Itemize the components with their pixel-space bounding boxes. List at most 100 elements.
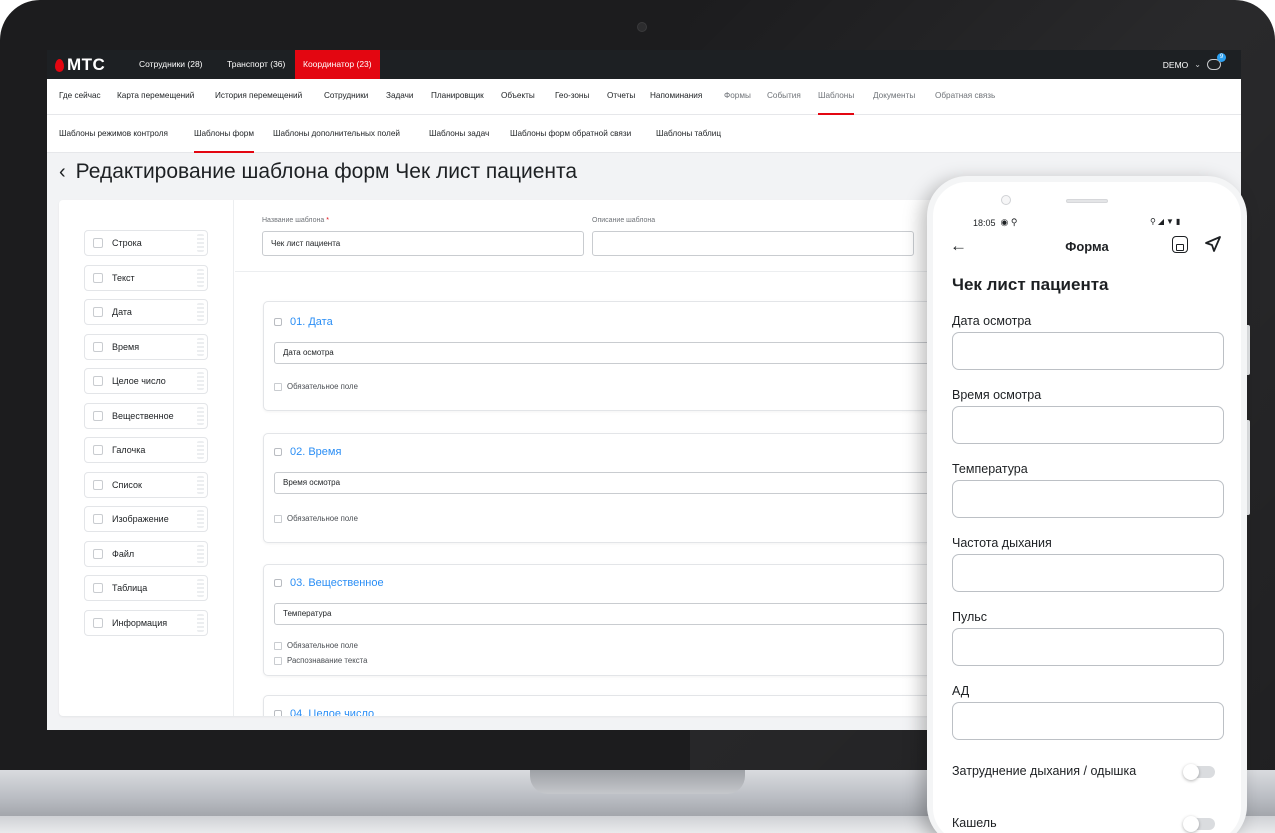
clock-icon xyxy=(274,448,282,456)
palette-item-date[interactable]: Дата xyxy=(84,299,208,325)
palette-item-string[interactable]: Строка xyxy=(84,230,208,256)
field-card-time[interactable]: 02. Время Время осмотра Обязательное пол… xyxy=(263,433,964,543)
status-bar-left: 18:05 ◉ ⚲ xyxy=(973,217,1017,228)
field-card-decimal[interactable]: 03. Вещественное Температура Обязательно… xyxy=(263,564,964,676)
palette-item-list[interactable]: Список xyxy=(84,472,208,498)
checkbox-icon[interactable] xyxy=(274,514,282,523)
palette-item-integer[interactable]: Целое число xyxy=(84,368,208,394)
phone-temperature-input[interactable] xyxy=(952,480,1224,518)
phone-header-title: Форма xyxy=(1065,239,1109,254)
checkbox-icon[interactable] xyxy=(274,656,282,665)
top-tab-coordinator[interactable]: Координатор (23) xyxy=(295,50,380,79)
drag-handle-icon[interactable] xyxy=(197,372,204,390)
menu-item-tasks[interactable]: Задачи xyxy=(386,79,414,114)
phone-date-input[interactable] xyxy=(952,332,1224,370)
menu-item-employees[interactable]: Сотрудники xyxy=(324,79,368,114)
menu-item-documents[interactable]: Документы xyxy=(873,79,915,114)
palette-item-time[interactable]: Время xyxy=(84,334,208,360)
phone-time-input[interactable] xyxy=(952,406,1224,444)
sub-tab-task-templates[interactable]: Шаблоны задач xyxy=(429,115,489,153)
status-time: 18:05 xyxy=(973,217,996,228)
phone-frame: 18:05 ◉ ⚲ ⚲◢▼▮ ← Форма Чек лист пациента… xyxy=(927,176,1247,833)
template-description-label: Описание шаблона xyxy=(592,217,656,224)
palette-item-checkbox[interactable]: Галочка xyxy=(84,437,208,463)
palette-item-label: Список xyxy=(112,480,142,490)
menu-item-reports[interactable]: Отчеты xyxy=(607,79,635,114)
chat-icon[interactable]: 9 xyxy=(1207,53,1226,70)
send-icon[interactable] xyxy=(1203,234,1223,254)
phone-field-label: Дата осмотра xyxy=(952,314,1032,328)
number-icon xyxy=(93,376,103,386)
front-camera xyxy=(1001,195,1011,205)
menu-item-feedback[interactable]: Обратная связь xyxy=(935,79,995,114)
info-icon xyxy=(93,618,103,628)
chevron-down-icon[interactable]: ⌄ xyxy=(1194,60,1201,69)
template-name-input[interactable]: Чек лист пациента xyxy=(262,231,584,256)
drag-handle-icon[interactable] xyxy=(197,303,204,321)
field-caption-input[interactable]: Время осмотра xyxy=(274,472,964,494)
phone-form-title: Чек лист пациента xyxy=(952,275,1109,294)
account-label[interactable]: DEMO xyxy=(1163,60,1189,70)
field-caption-input[interactable]: Температура xyxy=(274,603,964,625)
palette-item-decimal[interactable]: Вещественное xyxy=(84,403,208,429)
drag-handle-icon[interactable] xyxy=(197,338,204,356)
calendar-icon xyxy=(274,318,282,326)
save-icon[interactable] xyxy=(1172,236,1188,253)
palette-item-table[interactable]: Таблица xyxy=(84,575,208,601)
phone-toggle-cough[interactable] xyxy=(1183,816,1215,832)
mts-logo[interactable]: МТС xyxy=(55,55,105,75)
required-checkbox[interactable]: Обязательное поле xyxy=(274,382,358,391)
number-icon xyxy=(274,710,282,716)
drag-handle-icon[interactable] xyxy=(197,407,204,425)
palette-item-image[interactable]: Изображение xyxy=(84,506,208,532)
sub-tab-additional-fields[interactable]: Шаблоны дополнительных полей xyxy=(273,115,400,153)
palette-item-file[interactable]: Файл xyxy=(84,541,208,567)
field-card-integer[interactable]: 04. Целое число xyxy=(263,695,963,716)
drag-handle-icon[interactable] xyxy=(197,476,204,494)
checkbox-icon[interactable] xyxy=(274,382,282,391)
menu-item-where-now[interactable]: Где сейчас xyxy=(59,79,101,114)
sub-tab-form-templates[interactable]: Шаблоны форм xyxy=(194,115,254,153)
drag-handle-icon[interactable] xyxy=(197,234,204,252)
template-description-input[interactable] xyxy=(592,231,914,256)
card-title-text: 03. Вещественное xyxy=(290,577,384,589)
required-checkbox[interactable]: Обязательное поле xyxy=(274,514,358,523)
phone-toggle-dyspnea[interactable] xyxy=(1183,764,1215,780)
drag-handle-icon[interactable] xyxy=(197,269,204,287)
menu-item-objects[interactable]: Объекты xyxy=(501,79,535,114)
menu-item-reminders[interactable]: Напоминания xyxy=(650,79,702,114)
menu-item-templates[interactable]: Шаблоны xyxy=(818,79,855,115)
required-checkbox[interactable]: Обязательное поле xyxy=(274,641,358,650)
page-title: Редактирование шаблона форм Чек лист пац… xyxy=(75,160,578,183)
field-caption-input[interactable]: Дата осмотра xyxy=(274,342,964,364)
phone-blood-pressure-input[interactable] xyxy=(952,702,1224,740)
checkbox-icon[interactable] xyxy=(274,641,282,650)
status-icons-right: ⚲◢▼▮ xyxy=(1150,217,1183,226)
drag-handle-icon[interactable] xyxy=(197,614,204,632)
menu-item-planner[interactable]: Планировщик xyxy=(431,79,484,114)
laptop-camera xyxy=(637,22,647,32)
back-chevron-icon[interactable]: ‹ xyxy=(59,161,66,184)
checkbox-label: Распознавание текста xyxy=(287,656,368,665)
phone-respiration-input[interactable] xyxy=(952,554,1224,592)
field-card-date[interactable]: 01. Дата Дата осмотра Обязательное поле xyxy=(263,301,964,411)
drag-handle-icon[interactable] xyxy=(197,579,204,597)
drag-handle-icon[interactable] xyxy=(197,510,204,528)
sub-tab-control-modes[interactable]: Шаблоны режимов контроля xyxy=(59,115,168,153)
sub-tab-feedback-forms[interactable]: Шаблоны форм обратной связи xyxy=(510,115,631,153)
text-recognition-checkbox[interactable]: Распознавание текста xyxy=(274,656,367,665)
phone-pulse-input[interactable] xyxy=(952,628,1224,666)
palette-item-text[interactable]: Текст xyxy=(84,265,208,291)
sub-tab-table-templates[interactable]: Шаблоны таблиц xyxy=(656,115,721,153)
drag-handle-icon[interactable] xyxy=(197,441,204,459)
top-tab-transport[interactable]: Транспорт (36) xyxy=(219,50,293,79)
menu-item-forms[interactable]: Формы xyxy=(724,79,751,114)
main-menu: Где сейчас Карта перемещений История пер… xyxy=(47,79,1241,115)
drag-handle-icon[interactable] xyxy=(197,545,204,563)
menu-item-events[interactable]: События xyxy=(767,79,801,114)
palette-item-info[interactable]: Информация xyxy=(84,610,208,636)
menu-item-movement-map[interactable]: Карта перемещений xyxy=(117,79,194,114)
menu-item-geozones[interactable]: Гео-зоны xyxy=(555,79,589,114)
top-tab-employees[interactable]: Сотрудники (28) xyxy=(131,50,211,79)
menu-item-movement-history[interactable]: История перемещений xyxy=(215,79,302,114)
